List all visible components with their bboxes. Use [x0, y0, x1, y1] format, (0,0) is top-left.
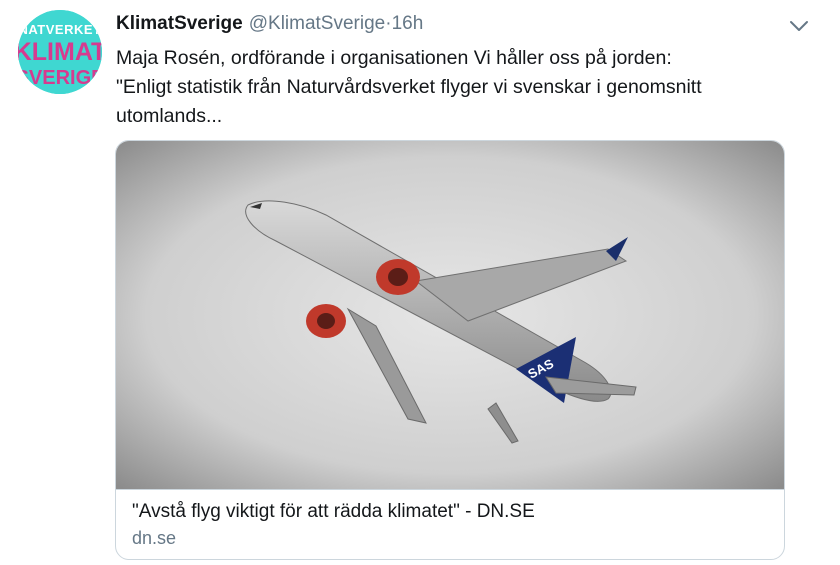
- tweet-timestamp[interactable]: 16h: [392, 13, 424, 34]
- tweet-text-line: utomlands...: [116, 105, 223, 127]
- svg-text:SVERIGE: SVERIGE: [18, 67, 102, 89]
- author-name[interactable]: KlimatSverige: [116, 13, 243, 34]
- tweet-text-line: "Enligt statistik från Naturvårdsverket …: [116, 76, 702, 98]
- link-preview-card[interactable]: SAS "Avstå flyg viktigt för att rädda kl…: [115, 140, 785, 560]
- airplane-image: SAS: [116, 141, 784, 489]
- tweet-text: Maja Rosén, ordförande i organisationen …: [116, 44, 796, 131]
- chevron-down-icon[interactable]: [788, 18, 810, 34]
- svg-text:KLIMAT: KLIMAT: [18, 38, 102, 66]
- author-handle[interactable]: @KlimatSverige: [249, 13, 386, 34]
- tweet-header: KlimatSverige @KlimatSverige·16h: [116, 12, 423, 36]
- card-image[interactable]: SAS: [116, 141, 784, 490]
- card-domain: dn.se: [132, 528, 177, 548]
- tweet-text-line: Maja Rosén, ordförande i organisationen …: [116, 47, 672, 69]
- svg-text:NATVERKET: NATVERKET: [19, 22, 102, 37]
- card-title[interactable]: "Avstå flyg viktigt för att rädda klimat…: [132, 499, 535, 525]
- avatar[interactable]: NATVERKET KLIMAT SVERIGE: [18, 10, 102, 94]
- klimatsverige-logo: NATVERKET KLIMAT SVERIGE: [18, 10, 102, 94]
